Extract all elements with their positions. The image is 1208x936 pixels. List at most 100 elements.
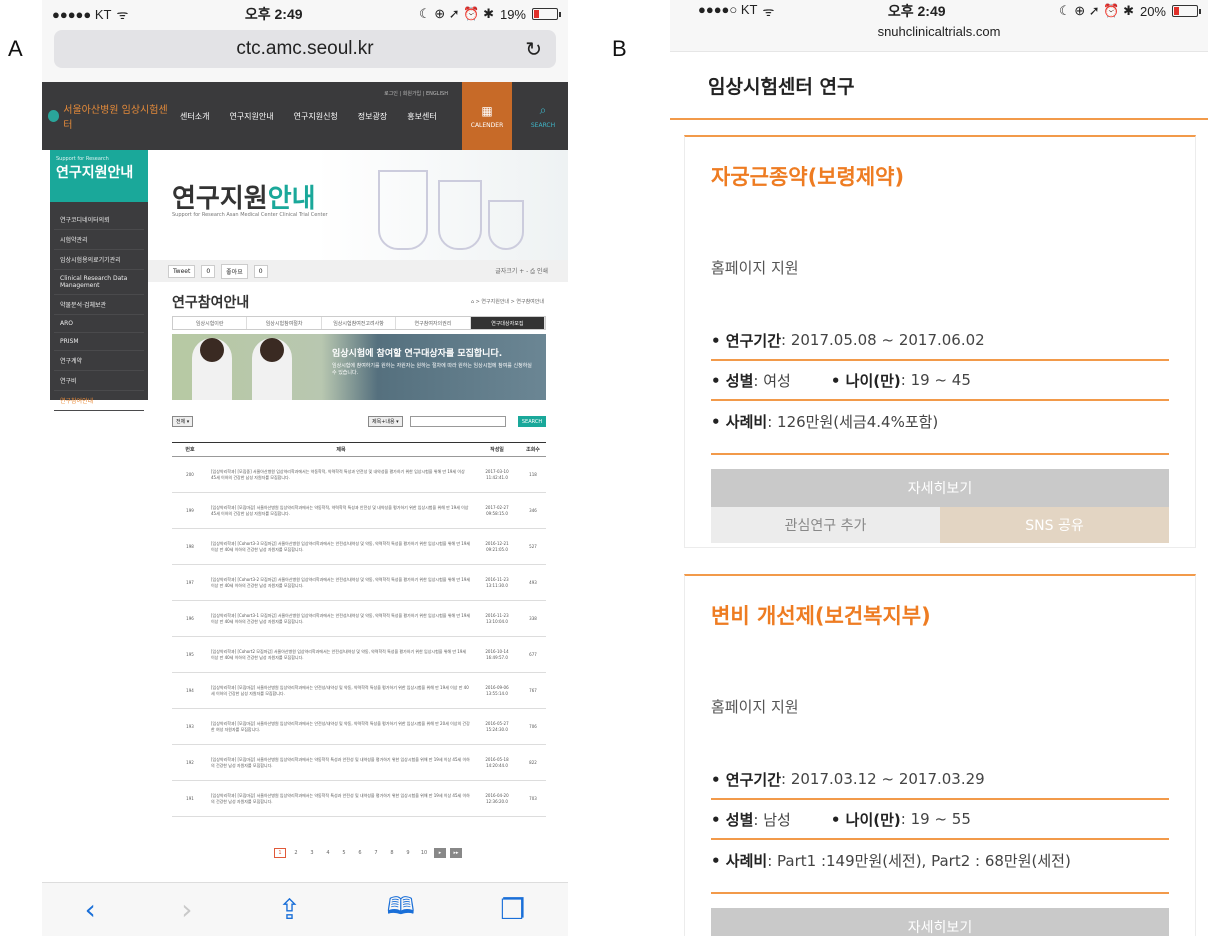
side-nav-item[interactable]: 임상시험용의료기기관리: [54, 250, 144, 270]
share-icon[interactable]: ⇪: [278, 893, 301, 926]
status-icons: ☾ ⊕ ➚ ⏰ ✱: [1059, 3, 1134, 18]
sub-tab-active[interactable]: 연구대상자모집: [470, 317, 546, 329]
cell-date: 2016-05-18 14:20:44.0: [474, 744, 520, 781]
cell-title[interactable]: [임상약리학과] [모집마감] 서울아산병원 임상약리학과에서는 안전성/내약성…: [208, 672, 474, 709]
calendar-button[interactable]: ▦ CALENDER: [462, 82, 512, 150]
study-title[interactable]: 변비 개선제(보건복지부): [685, 576, 1195, 696]
search-button[interactable]: SEARCH: [518, 416, 546, 427]
cell-no: 200: [172, 456, 208, 493]
tweet-count: 0: [201, 264, 216, 278]
study-title[interactable]: 자궁근종약(보령제약): [685, 137, 1195, 257]
back-icon[interactable]: ‹: [85, 893, 96, 926]
cell-date: 2016-05-27 15:24:30.0: [474, 708, 520, 745]
cell-title[interactable]: [임상약리학과] [모집마감] 서울아산병원 임상약리학과에서는 약동학적 특성…: [208, 744, 474, 781]
table-row[interactable]: 197 [임상약리학과] [Cohort3-2 모집마감] 서울아산병원 임상약리…: [172, 564, 546, 601]
bookmarks-icon[interactable]: 🕮: [387, 889, 415, 930]
table-row[interactable]: 194 [임상약리학과] [모집마감] 서울아산병원 임상약리학과에서는 안전성/…: [172, 672, 546, 709]
flask-image: [438, 180, 482, 250]
page-link[interactable]: 3: [306, 848, 318, 858]
cell-no: 199: [172, 492, 208, 529]
wifi-icon: ᯤ: [116, 7, 129, 22]
col-header: 작성일: [474, 442, 520, 457]
forward-icon[interactable]: ›: [181, 893, 192, 926]
person-image: [192, 338, 232, 400]
menu-item[interactable]: 연구지원안내: [229, 111, 273, 122]
menu-item[interactable]: 연구지원신청: [294, 111, 338, 122]
table-row[interactable]: 198 [임상약리학과] [Cohort3-3 모집마감] 서울아산병원 임상약리…: [172, 528, 546, 565]
cell-title[interactable]: [임상약리학과] [모집마감] 서울아산병원 임상약리학과에서는 안전성/내약성…: [208, 708, 474, 745]
sns-share-button[interactable]: SNS 공유: [940, 507, 1169, 543]
sex-age-row: • 성별: 남성 • 나이(만): 19 ~ 55: [711, 800, 1169, 840]
side-nav-item[interactable]: Clinical Research Data Management: [54, 270, 144, 295]
side-nav-item[interactable]: ARO: [54, 315, 144, 333]
detail-button[interactable]: 자세히보기: [711, 908, 1169, 936]
menu-item[interactable]: 정보광장: [358, 111, 387, 122]
col-header: 번호: [172, 442, 208, 457]
site-logo[interactable]: 서울아산병원 임상시험센터: [42, 101, 170, 131]
page-link[interactable]: 1: [274, 848, 286, 858]
web-page: 서울아산병원 임상시험센터 센터소개 연구지원안내 연구지원신청 정보광장 홍보…: [42, 82, 568, 882]
battery-percent: 19%: [499, 6, 526, 22]
table-row[interactable]: 200 [임상약리학과] [모집중] 서울아산병원 임상약리학과에서는 약동학적,…: [172, 456, 546, 493]
page-link[interactable]: 5: [338, 848, 350, 858]
side-nav-item[interactable]: 시험약관리: [54, 230, 144, 250]
like-button[interactable]: 좋아요: [221, 263, 248, 279]
table-row[interactable]: 195 [임상약리학과] [Cohort2 모집마감] 서울아산병원 임상약리학과…: [172, 636, 546, 673]
category-select[interactable]: 전체 ▾: [172, 416, 194, 427]
font-print-tools[interactable]: 글자크기 + - ⎙ 인쇄: [495, 266, 548, 276]
sub-tab[interactable]: 임상시험이란: [173, 317, 248, 329]
add-interest-button[interactable]: 관심연구 추가: [711, 507, 940, 543]
table-row[interactable]: 196 [임상약리학과] [Cohort3-1 모집마감] 서울아산병원 임상약리…: [172, 600, 546, 637]
page-link[interactable]: 4: [322, 848, 334, 858]
side-nav-header: Support for Research 연구지원안내: [50, 150, 148, 202]
cell-no: 194: [172, 672, 208, 709]
side-nav-item-active[interactable]: 연구참여안내: [54, 391, 144, 411]
page-link[interactable]: 7: [370, 848, 382, 858]
tweet-button[interactable]: Tweet: [168, 264, 196, 278]
tabs-icon[interactable]: ❐: [500, 893, 525, 926]
side-nav-item[interactable]: 연구코디네이터의뢰: [54, 210, 144, 230]
page-link[interactable]: 9: [402, 848, 414, 858]
table-row[interactable]: 192 [임상약리학과] [모집마감] 서울아산병원 임상약리학과에서는 약동학적…: [172, 744, 546, 781]
cell-views: 346: [520, 492, 546, 529]
address-bar[interactable]: ctc.amc.seoul.kr ↻: [54, 30, 556, 68]
page-link[interactable]: 6: [354, 848, 366, 858]
cell-title[interactable]: [임상약리학과] [Cohort3-2 모집마감] 서울아산병원 임상약리학과에…: [208, 564, 474, 601]
next-page-button[interactable]: ▸: [434, 848, 446, 858]
reload-icon[interactable]: ↻: [525, 37, 542, 62]
detail-button[interactable]: 자세히보기: [711, 469, 1169, 507]
menu-item[interactable]: 센터소개: [180, 111, 209, 122]
cell-views: 338: [520, 600, 546, 637]
search-input[interactable]: [410, 416, 506, 427]
support-text: 홈페이지 지원: [711, 259, 799, 277]
cell-date: 2016-12-21 09:21:05.0: [474, 528, 520, 565]
fee-row: • 사례비: 126만원(세금4.4%포함): [711, 412, 939, 431]
address-bar[interactable]: snuhclinicaltrials.com: [670, 22, 1208, 52]
site-search-button[interactable]: ⌕ SEARCH: [518, 82, 568, 150]
page-link[interactable]: 2: [290, 848, 302, 858]
side-nav: Support for Research 연구지원안내 연구코디네이터의뢰 시험약…: [50, 150, 148, 411]
side-nav-item[interactable]: PRISM: [54, 333, 144, 351]
page-link[interactable]: 8: [386, 848, 398, 858]
field-select[interactable]: 제목+내용 ▾: [368, 416, 403, 427]
util-links[interactable]: 로그인 | 회원가입 | ENGLISH: [384, 90, 448, 97]
cell-title[interactable]: [임상약리학과] [모집중] 서울아산병원 임상약리학과에서는 약동학적, 약력…: [208, 456, 474, 493]
cell-title[interactable]: [임상약리학과] [모집마감] 서울아산병원 임상약리학과에서는 약동학적, 약…: [208, 492, 474, 529]
cell-title[interactable]: [임상약리학과] [Cohort3-1 모집마감] 서울아산병원 임상약리학과에…: [208, 600, 474, 637]
sub-tab[interactable]: 임상시험참여절차: [247, 317, 322, 329]
table-row[interactable]: 193 [임상약리학과] [모집마감] 서울아산병원 임상약리학과에서는 안전성/…: [172, 708, 546, 745]
side-nav-item[interactable]: 연구비: [54, 371, 144, 391]
side-nav-item[interactable]: 연구계약: [54, 351, 144, 371]
sub-tab[interactable]: 연구참여자의권리: [396, 317, 471, 329]
cell-title[interactable]: [임상약리학과] [모집마감] 서울아산병원 임상약리학과에서는 약동학적 특성…: [208, 780, 474, 817]
cell-title[interactable]: [임상약리학과] [Cohort3-3 모집마감] 서울아산병원 임상약리학과에…: [208, 528, 474, 565]
table-row[interactable]: 199 [임상약리학과] [모집마감] 서울아산병원 임상약리학과에서는 약동학적…: [172, 492, 546, 529]
table-row[interactable]: 191 [임상약리학과] [모집마감] 서울아산병원 임상약리학과에서는 약동학적…: [172, 780, 546, 817]
side-nav-item[interactable]: 약물분석·검체보관: [54, 295, 144, 315]
cell-title[interactable]: [임상약리학과] [Cohort2 모집마감] 서울아산병원 임상약리학과에서는…: [208, 636, 474, 673]
page-link[interactable]: 10: [418, 848, 430, 858]
last-page-button[interactable]: ▸▸: [450, 848, 462, 858]
menu-item[interactable]: 홍보센터: [407, 111, 436, 122]
sub-tab[interactable]: 임상시험참여전고려사항: [322, 317, 397, 329]
hero-subtitle: Support for Research Asan Medical Center…: [172, 212, 328, 218]
